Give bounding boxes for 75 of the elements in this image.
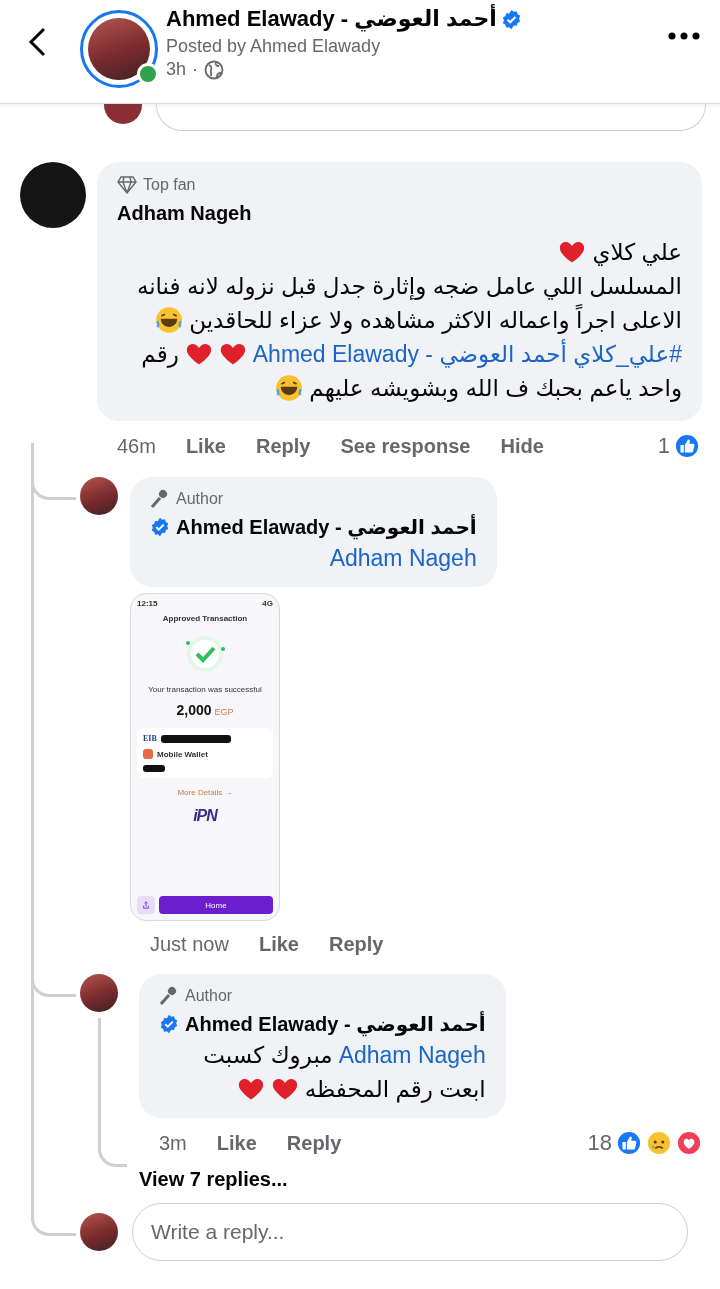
user-avatar	[80, 1213, 118, 1251]
avatar-photo-placeholder	[104, 104, 142, 124]
comment-time: 46m	[117, 434, 156, 458]
comment-text: المسلسل اللي عامل ضجه وإثارة جدل قبل نزوله لانه فنانه	[136, 272, 682, 302]
comment-action-link[interactable]: See response	[340, 434, 471, 458]
wallet-label: Mobile Wallet	[157, 749, 208, 759]
laughing-emoji-icon	[155, 306, 184, 334]
more-options-button[interactable]	[668, 32, 700, 40]
bank-logo: EIB	[143, 734, 157, 743]
post-time: 3h	[166, 59, 187, 80]
reply-input-field[interactable]: Write a reply...	[132, 1203, 688, 1261]
amount-text: 2,000	[176, 702, 212, 718]
mention-link[interactable]: #علي_كلاي أحمد العوضي - Ahmed Elawady	[252, 337, 682, 371]
more-icon	[668, 32, 700, 40]
microphone-icon	[150, 489, 170, 509]
comment-text: رقم	[141, 340, 179, 370]
back-chevron-icon	[26, 26, 48, 58]
share-icon	[142, 901, 150, 909]
author-label: Author	[185, 987, 233, 1005]
mention-link[interactable]: Adham Nageh	[329, 541, 477, 575]
verified-badge-icon	[150, 517, 170, 537]
comment-text: الاعلى اجراً واعماله الاكثر مشاهده ولا عزاء للحاقدين	[189, 303, 682, 337]
comment-text: واحد ياعم بحبك ف الله وبشويشه عليهم	[309, 374, 682, 404]
comment-text: مبروك كسبت	[203, 1041, 333, 1071]
status-time: 12:15	[137, 599, 158, 608]
reply-input-field[interactable]	[156, 104, 706, 131]
comment-time: Just now	[150, 933, 229, 956]
redaction-block	[143, 765, 165, 772]
like-reaction-icon	[674, 433, 700, 459]
transaction-screenshot[interactable]: 12:15 4G Approved Transaction Your transaction was successful 2,000 EGP EIB Mobile Wallet More Details → iPN Home	[130, 593, 280, 921]
reaction-count: 18	[587, 1130, 612, 1156]
profile-avatar[interactable]	[80, 10, 158, 88]
top-fan-label: Top fan	[143, 176, 196, 194]
like-reaction-icon	[616, 1130, 642, 1156]
page-name[interactable]: Ahmed Elawady - أحمد العوضي	[166, 6, 497, 32]
comment-time: 3m	[159, 1131, 187, 1155]
home-button[interactable]: Home	[159, 896, 273, 914]
comment-action-link[interactable]: Reply	[286, 1131, 342, 1155]
comment-action-link[interactable]: Hide	[500, 434, 544, 458]
comment-action-link[interactable]: Like	[216, 1131, 257, 1155]
author-name[interactable]: Ahmed Elawady - أحمد العوضي	[185, 1012, 486, 1036]
verified-badge-icon	[159, 1014, 179, 1034]
posted-by-text: Posted by Ahmed Elawady	[166, 36, 382, 57]
currency-text: EGP	[214, 707, 234, 717]
reaction-count: 1	[657, 433, 670, 459]
commenter-name[interactable]: Adham Nageh	[117, 202, 682, 225]
laughing-emoji-icon	[275, 374, 304, 402]
microphone-icon	[159, 986, 179, 1006]
comment-action-link[interactable]: Reply	[255, 434, 311, 458]
view-replies-link[interactable]: View 7 replies...	[139, 1168, 288, 1191]
comment-text: علي كلاي	[592, 238, 682, 268]
author-avatar[interactable]	[80, 477, 118, 515]
network-label: 4G	[262, 599, 273, 608]
comment-text: ابعت رقم المحفظه	[304, 1075, 486, 1105]
author-avatar[interactable]	[80, 974, 118, 1012]
share-button[interactable]	[137, 896, 155, 914]
avatar-photo-placeholder	[88, 18, 150, 80]
love-reaction-icon	[676, 1130, 702, 1156]
diamond-icon	[117, 176, 137, 194]
author-label: Author	[176, 490, 224, 508]
comment-action-link[interactable]: Reply	[328, 933, 384, 956]
comment-action-link[interactable]: Like	[258, 933, 299, 956]
comment-action-link[interactable]: Like	[185, 434, 226, 458]
details-link[interactable]: More Details →	[177, 788, 233, 797]
screen-title: Approved Transaction	[162, 614, 248, 623]
success-message: Your transaction was successful	[148, 685, 262, 694]
globe-icon	[204, 59, 225, 80]
separator-dot: ·	[192, 59, 199, 80]
redaction-block	[160, 734, 231, 743]
brand-logo: iPN	[193, 807, 217, 825]
sad-reaction-icon	[646, 1130, 672, 1156]
verified-badge-icon	[500, 8, 522, 30]
wallet-icon	[143, 749, 153, 759]
author-name[interactable]: Ahmed Elawady - أحمد العوضي	[176, 515, 477, 539]
mention-link[interactable]: Adham Nageh	[338, 1038, 486, 1072]
